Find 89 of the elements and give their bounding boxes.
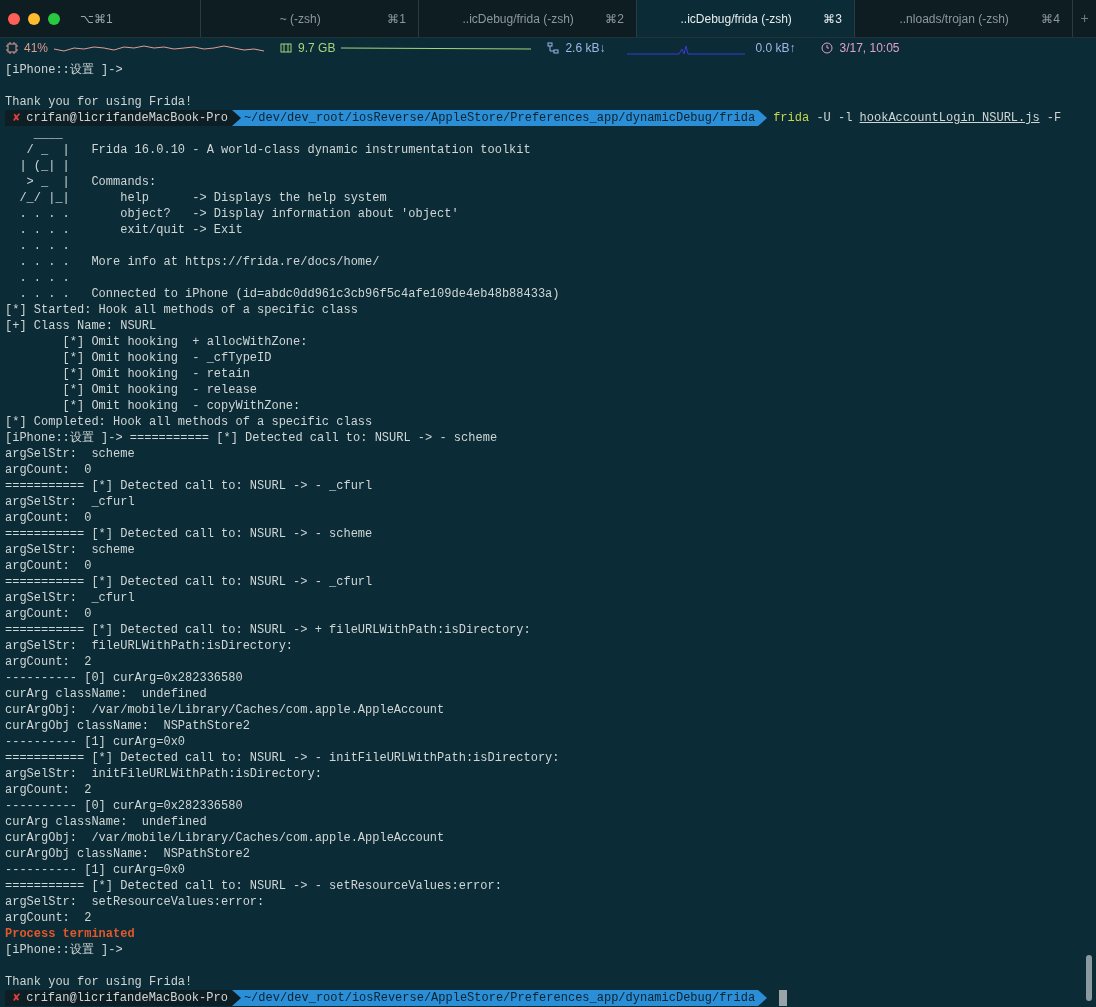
terminal-line: argCount: 2 (5, 655, 92, 669)
terminal-line: argCount: 2 (5, 783, 92, 797)
cpu-usage: 41% (24, 40, 49, 57)
clock-time: 3/17, 10:05 (839, 40, 900, 57)
segment-arrow-icon (758, 990, 768, 1006)
terminal-line: =========== [*] Detected call to: NSURL -> - initFileURLWithPath:isDirectory: (5, 751, 560, 765)
terminal-line: > _ | Commands: (25, 175, 157, 189)
terminal-line: ---------- [1] curArg=0x0 (5, 863, 186, 877)
terminal-line: =========== [*] Detected call to: NSURL -> - setResourceValues:error: (5, 879, 502, 893)
error-status-icon: ✘ (13, 110, 21, 126)
terminal-line: / _ | Frida 16.0.10 - A world-class dynamic instrumentation toolkit (25, 143, 531, 157)
memory-icon (280, 42, 293, 54)
clock-icon (821, 42, 834, 54)
terminal-line: [+] Class Name: NSURL (5, 319, 157, 333)
terminal-line: [*] Started: Hook all methods of a specific class (5, 303, 358, 317)
script-file: hookAccountLogin_NSURL.js (859, 110, 1040, 126)
tab-title: ..icDebug/frida (-zsh) (679, 10, 793, 28)
zoom-window-button[interactable] (48, 12, 60, 25)
tab-title: ~ (-zsh) (278, 10, 322, 28)
prompt-user: crifan@licrifandeMacBook-Pro (26, 110, 228, 126)
terminal-line: argCount: 2 (5, 911, 92, 925)
terminal-line: argCount: 0 (5, 463, 92, 477)
terminal-line: curArgObj: /var/mobile/Library/Caches/com.apple.AppleAccount (5, 831, 445, 845)
tab-title: ..icDebug/frida (-zsh) (461, 10, 575, 28)
arguments-text: -U -l (816, 110, 853, 126)
terminal-line: [*] Omit hooking - release (61, 383, 258, 397)
terminal-line: argSelStr: initFileURLWithPath:isDirectory: (5, 767, 322, 781)
tab-title: ..nloads/trojan (-zsh) (898, 10, 1010, 28)
terminal-tab[interactable]: ..icDebug/frida (-zsh) ⌘3 (636, 0, 854, 37)
terminal-line: =========== [*] Detected call to: NSURL -> - _cfurl (5, 479, 373, 493)
terminal-line: curArg className: undefined (5, 687, 207, 701)
terminal-line: ____ (32, 127, 63, 141)
terminal-line: [*] Omit hooking - copyWithZone: (61, 399, 301, 413)
terminal-line: . . . . exit/quit -> Exit (18, 223, 243, 237)
download-rate: 2.6 kB↓ (565, 40, 606, 57)
terminal-line: curArg className: undefined (5, 815, 207, 829)
terminal-line: argSelStr: _cfurl (5, 591, 135, 605)
terminal-line: argCount: 0 (5, 511, 92, 525)
text-cursor (779, 990, 788, 1006)
tab-shortcut: ⌘2 (605, 10, 624, 28)
command-name: frida (773, 110, 810, 126)
network-icon (547, 42, 560, 54)
terminal-line: [*] Omit hooking + allocWithZone: (61, 335, 308, 349)
error-status-icon: ✘ (13, 990, 21, 1006)
window-shortcut: ⌥⌘1 (80, 10, 113, 28)
error-message: Process terminated (5, 927, 135, 941)
terminal-line: curArgObj className: NSPathStore2 (5, 719, 250, 733)
terminal-line: [iPhone::设置 ]-> (5, 63, 123, 77)
memory-usage: 9.7 GB (298, 40, 336, 57)
cpu-icon (6, 42, 18, 54)
terminal-line: Thank you for using Frida! (5, 95, 193, 109)
terminal-line: | (_| | (18, 159, 70, 173)
tab-shortcut: ⌘1 (387, 10, 406, 28)
terminal-line: [*] Omit hooking - retain (61, 367, 250, 381)
terminal-line: argSelStr: scheme (5, 543, 135, 557)
terminal-line: /_/ |_| help -> Displays the help system (18, 191, 387, 205)
terminal-line: argSelStr: _cfurl (5, 495, 135, 509)
terminal-line: [*] Omit hooking - _cfTypeID (61, 351, 272, 365)
terminal-line: curArgObj className: NSPathStore2 (5, 847, 250, 861)
close-window-button[interactable] (8, 12, 20, 25)
terminal-line: argCount: 0 (5, 559, 92, 573)
terminal-line: argSelStr: scheme (5, 447, 135, 461)
tab-shortcut: ⌘4 (1041, 10, 1060, 28)
terminal-line: . . . . (18, 239, 70, 253)
terminal-line: . . . . More info at https://frida.re/docs/home/ (18, 255, 380, 269)
terminal-line: ---------- [0] curArg=0x282336580 (5, 671, 243, 685)
terminal-line: [*] Completed: Hook all methods of a specific class (5, 415, 373, 429)
terminal-line: ---------- [1] curArg=0x0 (5, 735, 186, 749)
terminal-line: curArgObj: /var/mobile/Library/Caches/com.apple.AppleAccount (5, 703, 445, 717)
terminal-line: [iPhone::设置 ]-> (5, 943, 123, 957)
terminal-line: [iPhone::设置 ]-> =========== [*] Detected call to: NSURL -> - scheme (5, 431, 498, 445)
new-tab-button[interactable]: + (1072, 0, 1096, 37)
terminal-line: argCount: 0 (5, 607, 92, 621)
minimize-window-button[interactable] (28, 12, 40, 25)
terminal-line: =========== [*] Detected call to: NSURL -> + fileURLWithPath:isDirectory: (5, 623, 531, 637)
upload-rate: 0.0 kB↑ (755, 40, 796, 57)
terminal-line: argSelStr: fileURLWithPath:isDirectory: (5, 639, 294, 653)
terminal-line: ---------- [0] curArg=0x282336580 (5, 799, 243, 813)
terminal-line: . . . . (18, 271, 70, 285)
terminal-line: Thank you for using Frida! (5, 975, 193, 989)
terminal-line: =========== [*] Detected call to: NSURL -> - scheme (5, 527, 373, 541)
terminal-line: . . . . Connected to iPhone (id=abdc0dd961c3cb96f5c4afe109de4eb48b88433a) (18, 287, 560, 301)
terminal-line: =========== [*] Detected call to: NSURL -> - _cfurl (5, 575, 373, 589)
terminal-line: . . . . object? -> Display information about 'object' (18, 207, 459, 221)
terminal-line: argSelStr: setResourceValues:error: (5, 895, 265, 909)
option-text: -F (1046, 110, 1062, 126)
tab-shortcut: ⌘3 (823, 10, 842, 28)
prompt-user: crifan@licrifandeMacBook-Pro (26, 990, 228, 1006)
segment-arrow-icon (758, 110, 768, 126)
